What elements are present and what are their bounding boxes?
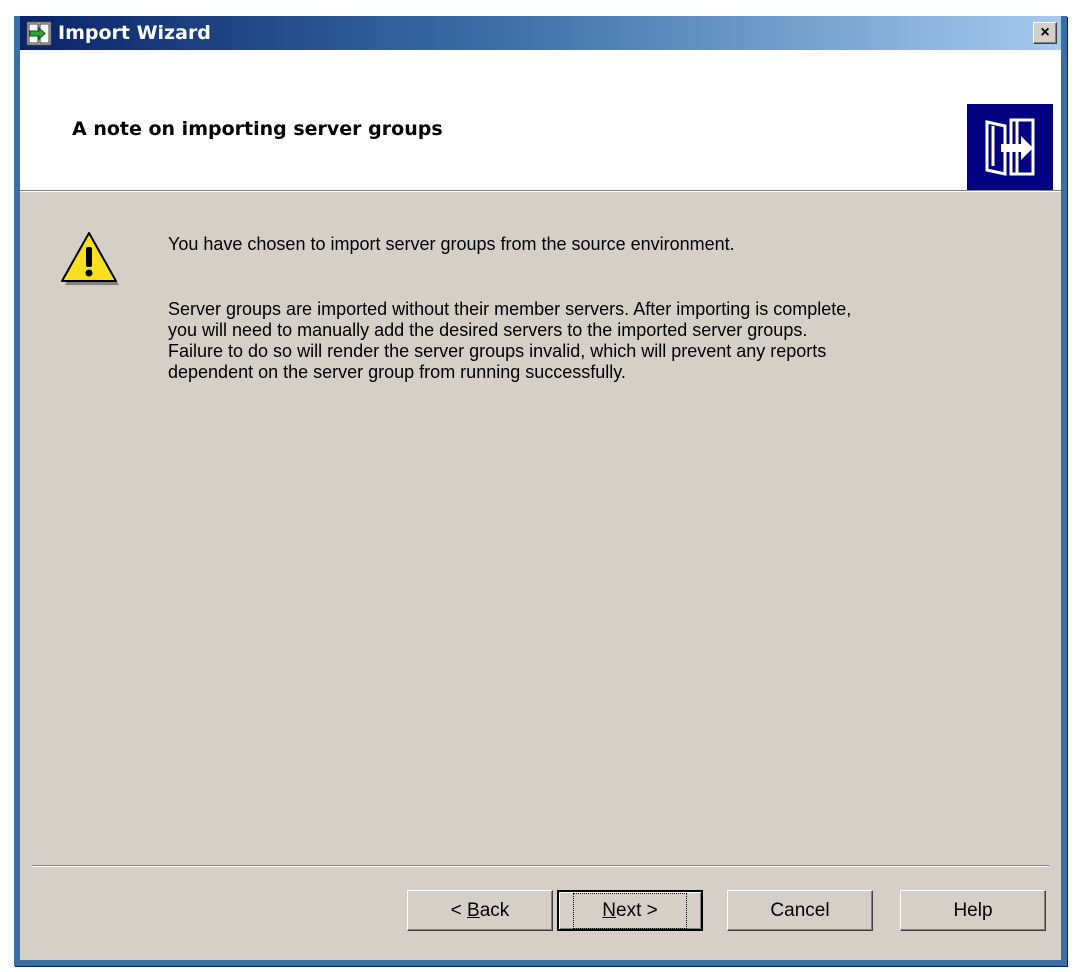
details-line: Server groups are imported without their… bbox=[168, 299, 852, 319]
back-button[interactable]: < Back bbox=[407, 890, 553, 931]
details-line: Failure to do so will render the server … bbox=[168, 341, 827, 361]
details-line: dependent on the server group from runni… bbox=[168, 362, 626, 382]
title-bar[interactable]: Import Wizard × bbox=[20, 16, 1061, 50]
footer-separator bbox=[32, 865, 1049, 867]
warning-icon bbox=[58, 230, 120, 288]
import-wizard-window: Import Wizard × A note on importing serv… bbox=[14, 16, 1067, 966]
cancel-button[interactable]: Cancel bbox=[727, 890, 873, 931]
close-button[interactable]: × bbox=[1033, 22, 1057, 44]
next-button-label: Next > bbox=[573, 892, 687, 929]
cancel-button-label: Cancel bbox=[770, 899, 830, 921]
intro-paragraph: You have chosen to import server groups … bbox=[168, 234, 735, 254]
wizard-content: You have chosen to import server groups … bbox=[20, 192, 1061, 960]
window-title: Import Wizard bbox=[58, 22, 211, 44]
import-graphic-icon bbox=[967, 104, 1053, 190]
help-button-label: Help bbox=[953, 899, 993, 921]
details-paragraph: Server groups are imported without their… bbox=[168, 299, 968, 383]
back-button-label: < Back bbox=[450, 899, 510, 921]
page-title: A note on importing server groups bbox=[72, 118, 443, 140]
import-wizard-icon bbox=[26, 21, 52, 46]
help-button[interactable]: Help bbox=[900, 890, 1046, 931]
wizard-header: A note on importing server groups bbox=[20, 50, 1061, 191]
message-text: You have chosen to import server groups … bbox=[168, 234, 968, 383]
next-button[interactable]: Next > bbox=[557, 890, 703, 931]
close-icon: × bbox=[1040, 24, 1050, 41]
details-line: you will need to manually add the desire… bbox=[168, 320, 808, 340]
